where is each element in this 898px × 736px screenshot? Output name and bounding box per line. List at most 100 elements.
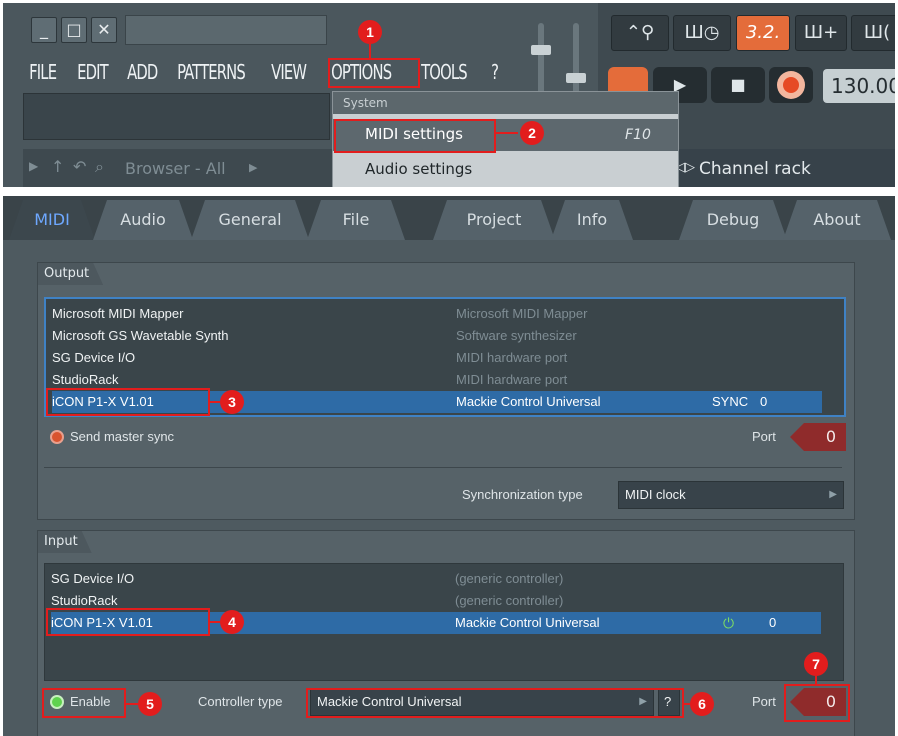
output-port-label: Port [752, 429, 776, 444]
step-edit-button[interactable]: 3.2. [736, 15, 790, 51]
input-port-value: 0 [769, 615, 777, 630]
power-icon: ⏻ [723, 615, 735, 631]
input-group-label: Input [38, 531, 92, 553]
controller-type-label: Controller type [198, 694, 283, 709]
device-name: StudioRack [52, 372, 119, 387]
sync-type-select[interactable]: MIDI clock ▶ [618, 481, 844, 509]
browser-label[interactable]: Browser - All [125, 159, 226, 178]
options-highlight-box [328, 58, 420, 88]
maximize-button[interactable]: □ [61, 17, 87, 43]
tab-project[interactable]: Project [433, 200, 555, 240]
sync-type-label: Synchronization type [462, 487, 583, 502]
device-type: Software synthesizer [456, 328, 577, 343]
channel-rack-bar[interactable]: Channel rack ◁▷ [663, 149, 895, 187]
menu-tools[interactable]: TOOLS [417, 59, 474, 85]
arrow-up-icon[interactable]: ↑ [51, 157, 64, 176]
menu-help[interactable]: ? [487, 59, 512, 85]
midi-settings-highlight-box [334, 119, 496, 153]
settings-window: MIDI Audio General File Project Info Deb… [3, 196, 895, 736]
tab-general[interactable]: General [191, 200, 309, 240]
tab-file[interactable]: File [307, 200, 405, 240]
chevron-right-icon: ▶ [829, 489, 837, 500]
countdown-button[interactable]: Ш( [851, 15, 895, 51]
menu-patterns[interactable]: PATTERNS [173, 59, 250, 85]
menu-view[interactable]: VIEW [267, 59, 316, 85]
device-type: MIDI hardware port [456, 372, 568, 387]
device-type: (generic controller) [455, 571, 564, 586]
input-port-label: Port [752, 694, 776, 709]
list-item[interactable]: SG Device I/O MIDI hardware port [52, 347, 822, 369]
device-type: MIDI hardware port [456, 350, 568, 365]
record-icon [777, 71, 805, 99]
annotation-badge-4: 4 [220, 610, 244, 634]
output-group-label: Output [38, 263, 103, 285]
tab-info[interactable]: Info [551, 200, 633, 240]
wait-for-input-icon[interactable]: Ш◷ [673, 15, 731, 51]
device-name: SG Device I/O [52, 350, 136, 365]
output-port-knob[interactable]: 0 [790, 423, 846, 451]
send-master-sync-label[interactable]: Send master sync [70, 429, 174, 444]
input-device-highlight-box [46, 608, 210, 636]
hint-panel [23, 93, 330, 140]
controller-type-highlight-box [306, 688, 684, 718]
tab-about[interactable]: About [783, 200, 891, 240]
record-dot [783, 77, 799, 93]
metronome-icon[interactable]: ⌃⚲ [611, 15, 669, 51]
search-icon[interactable]: ⌕ [95, 157, 104, 177]
annotation-connector [126, 703, 138, 705]
device-name: StudioRack [51, 593, 118, 608]
annotation-connector [369, 44, 371, 58]
dropdown-section-system: System [333, 92, 678, 114]
annotation-connector [496, 132, 518, 134]
annotation-connector [210, 621, 220, 623]
midi-settings-shortcut: F10 [625, 127, 651, 143]
sync-label: SYNC [712, 394, 749, 409]
device-type: Mackie Control Universal [455, 615, 600, 630]
list-item[interactable]: SG Device I/O (generic controller) [51, 568, 821, 590]
close-button[interactable]: ✕ [91, 17, 117, 43]
annotation-connector [210, 401, 220, 403]
input-port-highlight-box [784, 684, 850, 722]
annotation-badge-7: 7 [804, 652, 828, 676]
menu-file[interactable]: FILE [25, 59, 64, 85]
chevron-right-icon: ▶ [249, 161, 258, 174]
device-type: Mackie Control Universal [456, 394, 601, 409]
list-item[interactable]: Microsoft MIDI Mapper Microsoft MIDI Map… [52, 303, 822, 325]
browser-bar[interactable]: ▶ ↑ ↶ ⌕ Browser - All ▶ [23, 149, 333, 187]
record-button[interactable] [769, 67, 813, 103]
tab-audio[interactable]: Audio [93, 200, 193, 240]
device-type: Microsoft MIDI Mapper [456, 306, 588, 321]
undo-icon[interactable]: ↶ [73, 157, 86, 176]
send-master-sync-radio[interactable] [50, 430, 64, 444]
main-menu-bar: FILE EDIT ADD PATTERNS VIEW OPTIONS TOOL… [25, 59, 517, 85]
annotation-badge-1: 1 [358, 20, 382, 44]
menu-item-audio-settings[interactable]: Audio settings [333, 154, 678, 186]
menu-edit[interactable]: EDIT [73, 59, 114, 85]
list-item[interactable]: Microsoft GS Wavetable Synth Software sy… [52, 325, 822, 347]
tab-midi[interactable]: MIDI [9, 200, 95, 240]
tempo-display[interactable]: 130.000 [823, 69, 895, 103]
fl-studio-main-toolbar: _ □ ✕ FILE EDIT ADD PATTERNS VIEW OPTION… [3, 3, 895, 187]
slider-handle[interactable] [566, 73, 586, 83]
device-name: Microsoft MIDI Mapper [52, 306, 184, 321]
output-port-value: 0 [760, 394, 768, 409]
device-type: (generic controller) [455, 593, 564, 608]
device-name: SG Device I/O [51, 571, 135, 586]
channel-rack-label[interactable]: Channel rack [699, 159, 811, 179]
tab-debug[interactable]: Debug [679, 200, 787, 240]
device-name: Microsoft GS Wavetable Synth [52, 328, 229, 343]
annotation-badge-6: 6 [690, 692, 714, 716]
typing-keyboard-button[interactable]: Ш+ [795, 15, 847, 51]
title-bar [125, 15, 327, 45]
enable-highlight-box [42, 688, 126, 718]
output-device-highlight-box [46, 388, 210, 416]
annotation-badge-2: 2 [520, 121, 544, 145]
arrow-right-icon: ▶ [29, 159, 39, 173]
slider-handle[interactable] [531, 45, 551, 55]
annotation-badge-5: 5 [138, 692, 162, 716]
audio-settings-label: Audio settings [365, 160, 473, 178]
menu-add[interactable]: ADD [123, 59, 164, 85]
stop-icon[interactable]: ■ [711, 67, 765, 103]
minimize-button[interactable]: _ [31, 17, 57, 43]
annotation-connector [815, 676, 817, 684]
